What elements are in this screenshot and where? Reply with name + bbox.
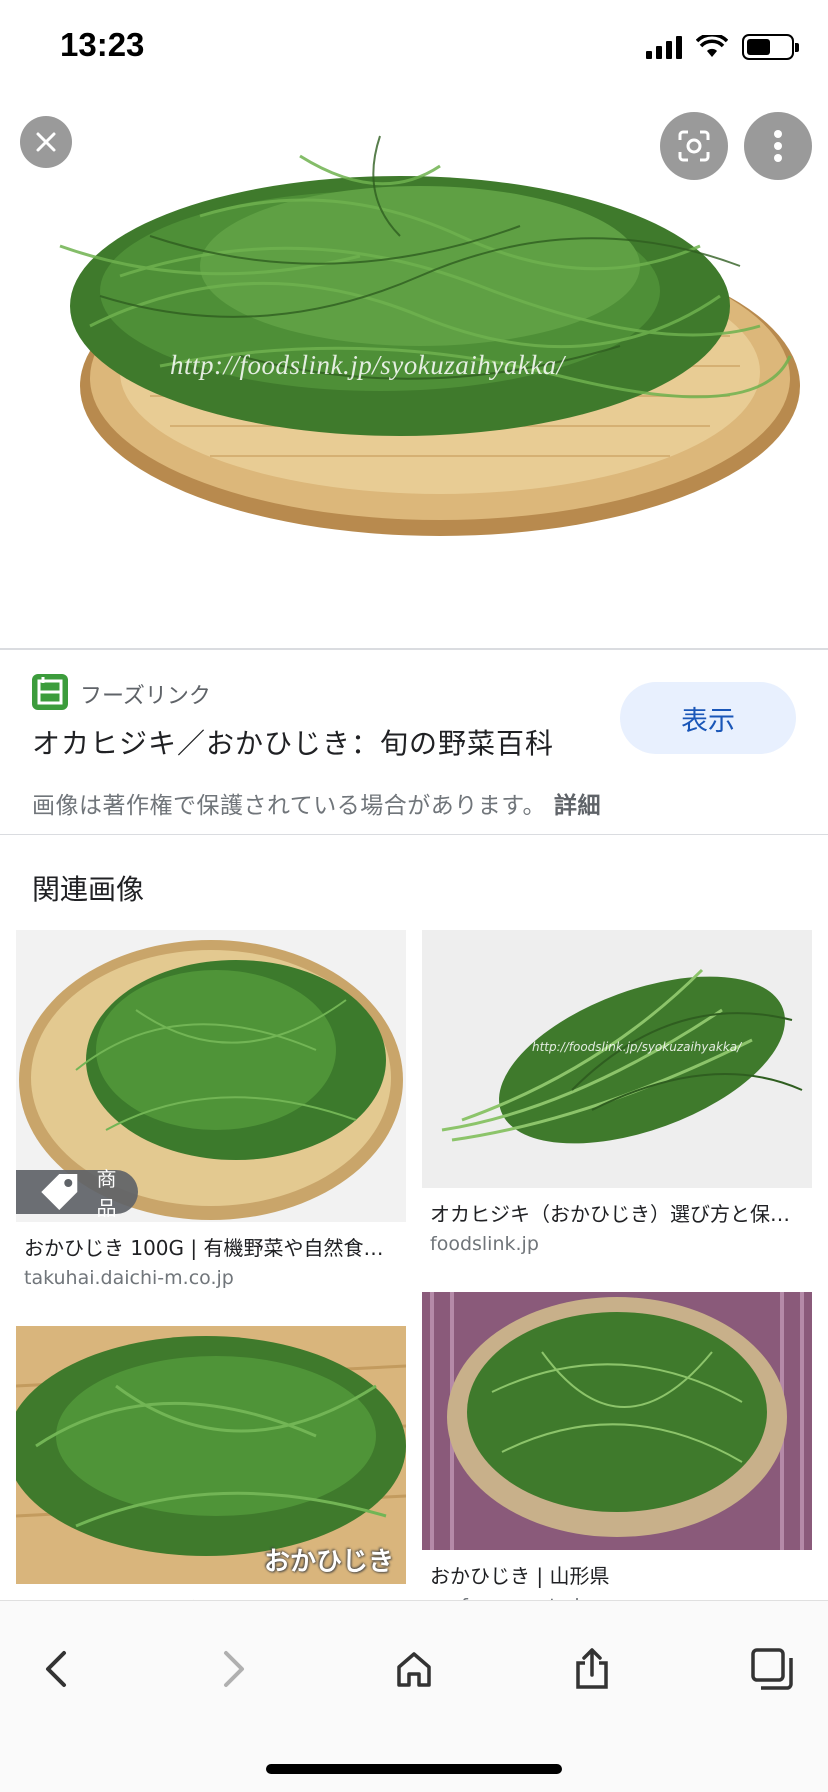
related-image-card[interactable]: http://foodslink.jp/syokuzaihyakka/ オカヒジ… xyxy=(422,930,812,1255)
home-icon xyxy=(397,1652,431,1687)
wifi-icon xyxy=(696,35,728,57)
lens-icon xyxy=(678,130,710,162)
status-bar: 13:23 xyxy=(0,0,828,96)
source-page-title[interactable]: オカヒジキ／おかひじき：旬の野菜百科 xyxy=(32,722,554,762)
tabs-icon xyxy=(751,1648,793,1690)
share-button[interactable] xyxy=(560,1637,624,1701)
lens-search-button[interactable] xyxy=(660,112,728,180)
related-image-caption[interactable]: オカヒジキ（おかひじき）選び方と保… xyxy=(422,1198,812,1227)
related-image-thumbnail[interactable]: 商品 xyxy=(16,930,406,1222)
home-button[interactable] xyxy=(382,1637,446,1701)
share-icon xyxy=(576,1648,608,1689)
main-image[interactable]: http://foodslink.jp/syokuzaihyakka/ xyxy=(0,96,828,648)
home-indicator xyxy=(266,1764,562,1774)
tabs-button[interactable] xyxy=(740,1637,804,1701)
more-vert-icon xyxy=(774,130,782,162)
product-badge-label: 商品 xyxy=(96,1167,117,1220)
related-images-heading: 関連画像 xyxy=(32,873,145,906)
related-image-domain: foodslink.jp xyxy=(430,1233,539,1255)
related-image-caption[interactable]: おかひじき 100G | 有機野菜や自然食… xyxy=(16,1232,406,1261)
related-image-card[interactable]: 商品 おかひじき 100G | 有機野菜や自然食… takuhai.daichi… xyxy=(16,930,406,1289)
related-image-card[interactable]: おかひじき 栄養たっぷりの新食材！話題のおかひ… xyxy=(16,1326,406,1629)
chevron-right-icon xyxy=(224,1651,244,1687)
related-image-caption[interactable]: おかひじき | 山形県 xyxy=(422,1560,812,1589)
status-time: 13:23 xyxy=(60,26,145,63)
source-site-name[interactable]: フーズリンク xyxy=(80,678,211,710)
product-badge: 商品 xyxy=(16,1167,138,1220)
details-link[interactable]: 詳細 xyxy=(554,793,601,819)
close-button[interactable] xyxy=(20,116,72,168)
source-favicon-icon xyxy=(32,674,68,710)
related-image-thumbnail[interactable]: http://foodslink.jp/syokuzaihyakka/ xyxy=(422,930,812,1188)
more-options-button[interactable] xyxy=(744,112,812,180)
related-image-domain: takuhai.daichi-m.co.jp xyxy=(24,1267,234,1289)
chevron-left-icon xyxy=(46,1651,66,1687)
status-icons xyxy=(646,34,799,60)
forward-button[interactable] xyxy=(202,1637,266,1701)
divider xyxy=(0,648,828,650)
thumbnail-watermark: http://foodslink.jp/syokuzaihyakka/ xyxy=(532,1040,742,1054)
copyright-text: 画像は著作権で保護されている場合があります。 xyxy=(32,793,547,819)
image-watermark: http://foodslink.jp/syokuzaihyakka/ xyxy=(170,350,565,380)
divider xyxy=(0,834,828,835)
view-button[interactable]: 表示 xyxy=(620,682,796,754)
cellular-signal-icon xyxy=(646,35,682,59)
copyright-notice: 画像は著作権で保護されている場合があります。 詳細 xyxy=(32,786,601,820)
close-icon xyxy=(36,132,56,152)
tag-icon xyxy=(41,1174,78,1210)
related-image-card[interactable]: おかひじき | 山形県 pref.yamagata.jp xyxy=(422,1292,812,1617)
battery-icon xyxy=(742,34,799,60)
related-image-thumbnail[interactable] xyxy=(422,1292,812,1550)
related-image-thumbnail[interactable]: おかひじき xyxy=(16,1326,406,1584)
thumbnail-overlay-text: おかひじき xyxy=(263,1547,394,1577)
back-button[interactable] xyxy=(24,1637,88,1701)
